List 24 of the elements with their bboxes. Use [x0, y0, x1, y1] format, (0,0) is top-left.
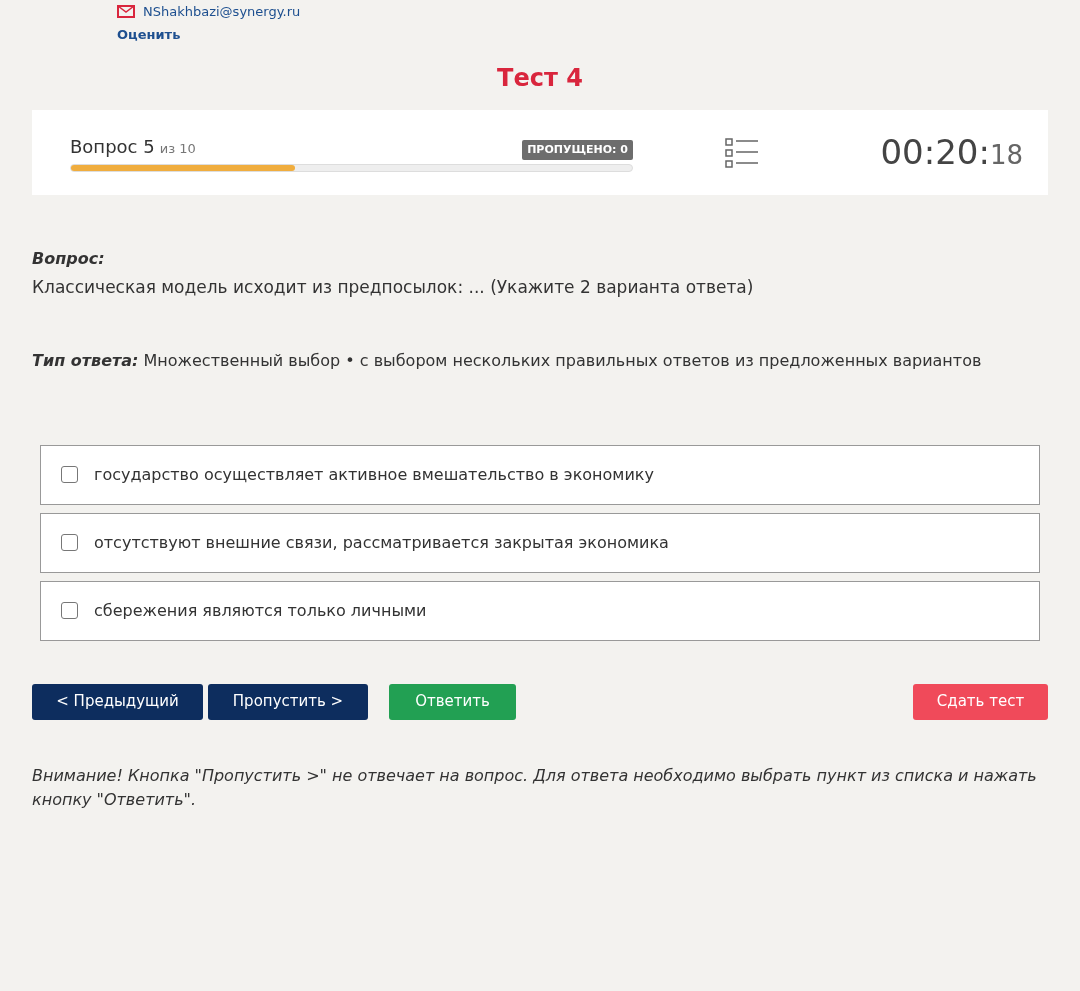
user-email: NShakhbazi@synergy.ru — [143, 3, 301, 21]
skipped-badge: ПРОПУЩЕНО: 0 — [522, 139, 633, 160]
timer: 00:20:18 — [880, 131, 1023, 174]
notice-text: Внимание! Кнопка "Пропустить >" не отвечает на вопрос. Для ответа необходимо выбрать пункт из списка и нажать кнопку "Ответить". — [32, 764, 1038, 811]
question-label: Вопрос: — [32, 248, 106, 270]
answer-option[interactable]: государство осуществляет активное вмешательство в экономику — [40, 444, 1040, 505]
answer-option[interactable]: сбережения являются только личными — [40, 580, 1040, 641]
rate-link[interactable]: Оценить — [117, 26, 181, 42]
list-icon[interactable] — [725, 137, 759, 168]
option-text: отсутствуют внешние связи, рассматривается закрытая экономика — [94, 531, 669, 554]
test-title: Тест 4 — [496, 63, 584, 94]
nav-button[interactable]: Пропустить > — [208, 683, 368, 720]
checkbox[interactable] — [61, 602, 78, 619]
envelope-icon — [117, 5, 135, 19]
submit-test-button[interactable]: Сдать тест — [913, 683, 1048, 720]
answer-option[interactable]: отсутствуют внешние связи, рассматривается закрытая экономика — [40, 512, 1040, 573]
checkbox[interactable] — [61, 534, 78, 551]
option-text: сбережения являются только личными — [94, 599, 427, 622]
answer-type: Тип ответа: Множественный выбор • с выбором нескольких правильных ответов из предложенных вариантов — [32, 349, 983, 372]
nav-button[interactable]: < Предыдущий — [32, 683, 203, 720]
checkbox[interactable] — [61, 466, 78, 483]
question-text: Классическая модель исходит из предпосылок: ... (Укажите 2 варианта ответа) — [32, 276, 755, 299]
question-counter: Вопрос 5 из 10 — [70, 135, 196, 159]
option-text: государство осуществляет активное вмешательство в экономику — [94, 463, 654, 486]
